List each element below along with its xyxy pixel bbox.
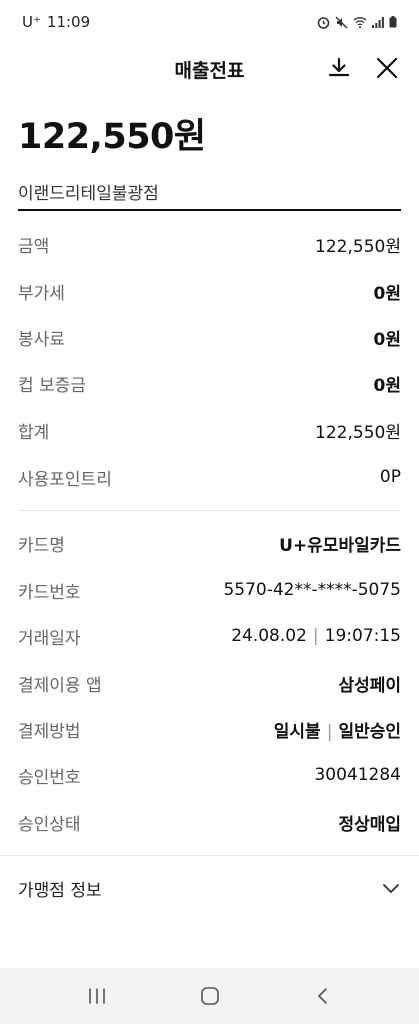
transaction-date: 24.08.02	[231, 626, 307, 646]
row-total: 합계 122,550원	[18, 415, 401, 445]
amount-summary: 122,550원 이랜드리테일불광점	[18, 108, 401, 204]
row-value: 정상매입	[338, 814, 401, 835]
section-divider	[18, 510, 401, 511]
close-button[interactable]	[373, 54, 401, 82]
row-amount: 금액 122,550원	[18, 229, 401, 259]
row-value: 일시불 | 일반승인	[274, 717, 401, 742]
chevron-down-icon	[383, 884, 399, 893]
row-value: 0원	[373, 329, 401, 350]
row-label: 결제방법	[18, 721, 81, 742]
row-value: 0원	[373, 375, 401, 396]
value-separator: |	[326, 721, 333, 742]
row-value: 0P	[379, 467, 401, 487]
system-nav-bar	[0, 968, 419, 1024]
back-button[interactable]	[298, 976, 348, 1016]
row-label: 승인상태	[18, 814, 81, 835]
row-label: 금액	[18, 236, 50, 257]
row-card-number: 카드번호 5570-42**-****-5075	[18, 575, 401, 605]
page-title: 매출전표	[174, 59, 245, 82]
row-approval-number: 승인번호 30041284	[18, 760, 401, 790]
merchant-info-toggle[interactable]: 가맹점 정보	[18, 870, 401, 906]
installment-type: 일시불	[273, 721, 321, 742]
row-cup-deposit: 컵 보증금 0원	[18, 368, 401, 398]
wifi-icon	[353, 16, 367, 28]
row-payment-app: 결제이용 앱 삼성페이	[18, 668, 401, 698]
download-icon	[328, 57, 350, 77]
row-value: 24.08.02 | 19:07:15	[231, 626, 401, 646]
carrier-label: U⁺	[22, 13, 41, 31]
row-value: U+유모바일카드	[279, 535, 401, 556]
row-card-name: 카드명 U+유모바일카드	[18, 528, 401, 558]
status-icons	[317, 16, 397, 29]
alarm-icon	[317, 16, 330, 29]
section-divider	[0, 855, 419, 856]
merchant-name: 이랜드리테일불광점	[18, 184, 159, 204]
row-label: 합계	[18, 422, 50, 443]
row-value: 5570-42**-****-5075	[223, 580, 401, 600]
row-label: 결제이용 앱	[18, 675, 102, 696]
row-value: 122,550원	[315, 422, 401, 443]
recent-apps-button[interactable]	[72, 976, 122, 1016]
row-label: 카드번호	[18, 582, 81, 603]
row-value: 삼성페이	[338, 675, 401, 696]
row-value: 30041284	[314, 765, 401, 785]
row-value: 0원	[373, 283, 401, 304]
total-amount: 122,550원	[18, 117, 206, 157]
home-icon	[200, 987, 219, 1005]
approval-type: 일반승인	[338, 721, 401, 742]
row-label: 사용포인트리	[18, 469, 112, 490]
mute-icon	[335, 16, 348, 29]
merchant-info-label: 가맹점 정보	[18, 880, 102, 901]
download-button[interactable]	[325, 54, 353, 82]
row-points-used: 사용포인트리 0P	[18, 462, 401, 492]
row-label: 승인번호	[18, 767, 81, 788]
row-label: 거래일자	[18, 628, 81, 649]
status-bar: U⁺ 11:09	[0, 0, 419, 44]
row-label: 컵 보증금	[18, 375, 86, 396]
row-service-charge: 봉사료 0원	[18, 322, 401, 352]
row-payment-method: 결제방법 일시불 | 일반승인	[18, 714, 401, 744]
row-label: 카드명	[18, 535, 65, 556]
row-approval-status: 승인상태 정상매입	[18, 807, 401, 837]
value-separator: |	[312, 626, 319, 646]
row-value: 122,550원	[315, 236, 401, 257]
transaction-time: 19:07:15	[324, 626, 401, 646]
status-left: U⁺ 11:09	[22, 13, 90, 31]
row-vat: 부가세 0원	[18, 276, 401, 306]
row-label: 부가세	[18, 283, 65, 304]
signal-icon	[372, 16, 384, 28]
row-label: 봉사료	[18, 329, 65, 350]
header: 매출전표	[0, 44, 419, 94]
summary-divider	[18, 209, 401, 211]
clock: 11:09	[46, 13, 91, 31]
close-icon	[376, 57, 398, 79]
recent-apps-icon	[88, 988, 105, 1004]
back-icon	[317, 988, 327, 1004]
row-transaction-date: 거래일자 24.08.02 | 19:07:15	[18, 621, 401, 651]
home-button[interactable]	[185, 976, 235, 1016]
header-actions	[325, 54, 401, 82]
battery-icon	[389, 16, 397, 28]
